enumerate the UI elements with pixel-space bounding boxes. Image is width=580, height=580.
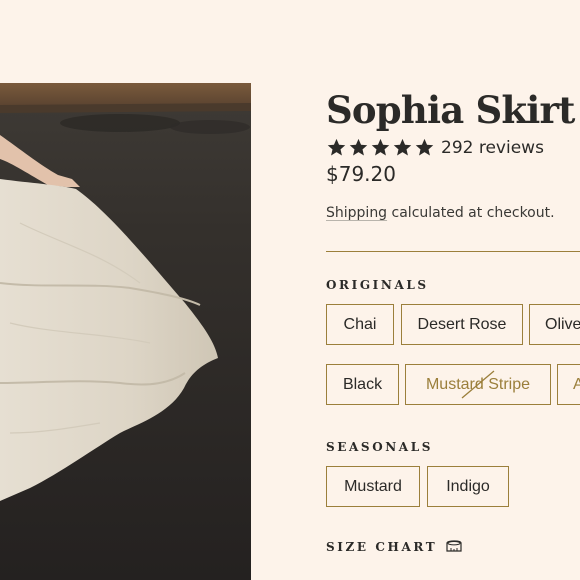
variant-chai[interactable]: Chai bbox=[326, 304, 394, 345]
variant-mustard-stripe-sold-out[interactable]: Mustard Stripe bbox=[405, 364, 551, 405]
star-rating bbox=[326, 137, 435, 158]
product-title: Sophia Skirt bbox=[326, 88, 575, 132]
star-icon bbox=[327, 138, 346, 156]
reviews-count[interactable]: 292 reviews bbox=[441, 138, 544, 158]
size-chart-label: SIZE CHART bbox=[326, 540, 438, 554]
shipping-note-text: calculated at checkout. bbox=[387, 205, 555, 221]
product-photo-skirt bbox=[0, 83, 251, 580]
variant-indigo[interactable]: Indigo bbox=[427, 466, 509, 507]
variant-mustard[interactable]: Mustard bbox=[326, 466, 420, 507]
seasonals-label: SEASONALS bbox=[326, 440, 434, 454]
product-info: Sophia Skirt 292 reviews $79.20 Shipping… bbox=[326, 0, 580, 580]
star-icon bbox=[349, 138, 368, 156]
divider bbox=[326, 251, 580, 252]
variant-black[interactable]: Black bbox=[326, 364, 399, 405]
star-icon bbox=[415, 138, 434, 156]
rating-summary[interactable]: 292 reviews bbox=[326, 137, 544, 158]
product-price: $79.20 bbox=[326, 162, 396, 186]
size-chart-button[interactable]: SIZE CHART bbox=[326, 540, 463, 554]
shipping-link[interactable]: Shipping bbox=[326, 205, 387, 221]
variant-olive[interactable]: Olive bbox=[529, 304, 580, 345]
originals-label: ORIGINALS bbox=[326, 278, 429, 292]
product-image[interactable] bbox=[0, 83, 251, 580]
star-icon bbox=[393, 138, 412, 156]
sold-out-strike-icon bbox=[461, 370, 495, 399]
star-icon bbox=[371, 138, 390, 156]
shipping-note: Shipping calculated at checkout. bbox=[326, 205, 555, 221]
variant-partial[interactable]: A bbox=[557, 364, 580, 405]
variant-desert-rose[interactable]: Desert Rose bbox=[401, 304, 523, 345]
ruler-icon bbox=[446, 540, 462, 552]
